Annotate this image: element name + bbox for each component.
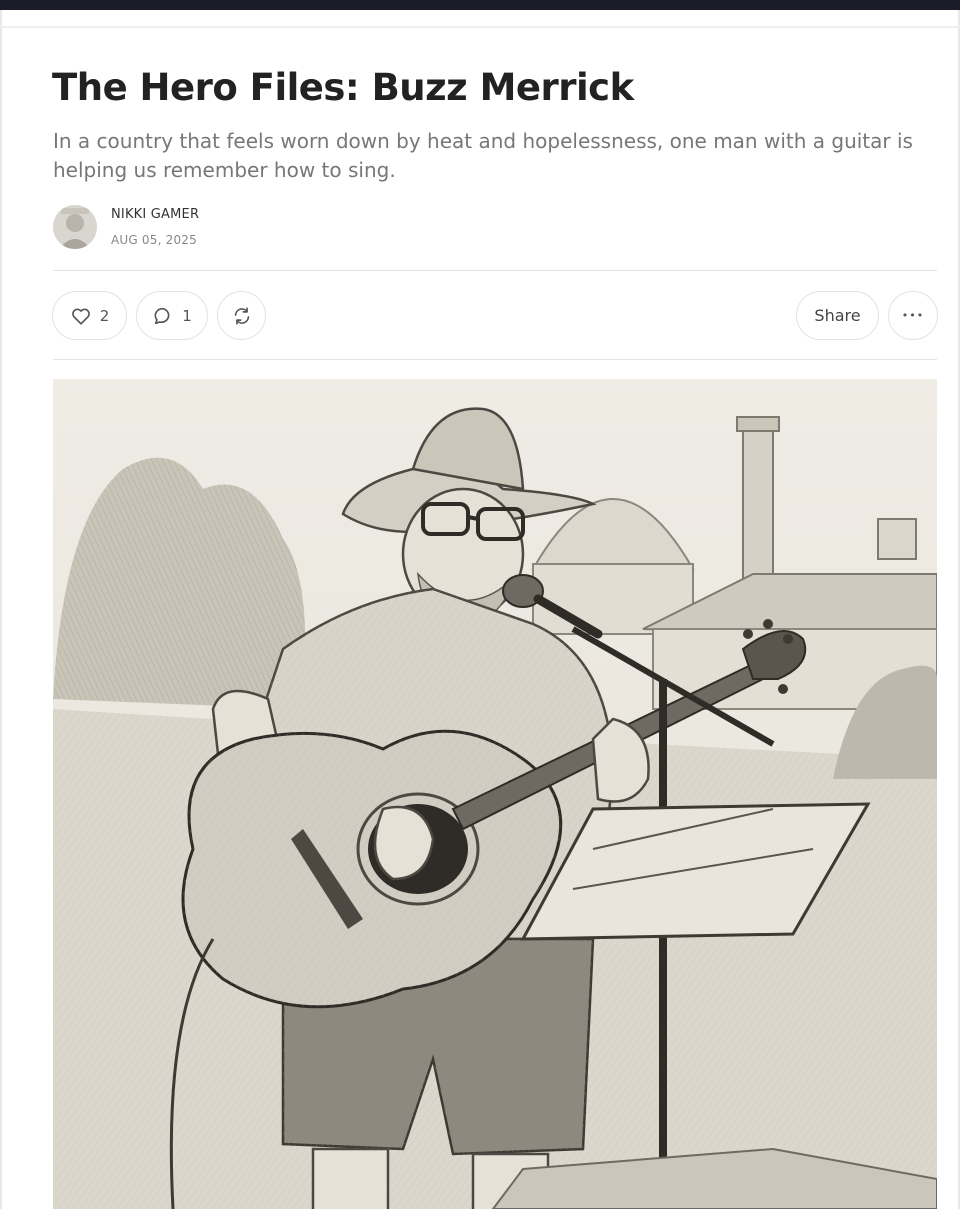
post-title: The Hero Files: Buzz Merrick — [52, 66, 634, 109]
comment-button[interactable]: 1 — [136, 291, 208, 340]
post-date: AUG 05, 2025 — [111, 233, 197, 247]
hero-image-pencil-sketch-guitarist — [53, 379, 937, 1209]
divider — [53, 359, 937, 360]
share-button[interactable]: Share — [796, 291, 879, 340]
like-count: 2 — [99, 306, 110, 325]
comment-count: 1 — [182, 306, 192, 325]
post-subtitle: In a country that feels worn down by hea… — [53, 129, 913, 182]
restack-arrows-icon — [231, 305, 253, 327]
heart-icon — [70, 305, 92, 327]
like-button[interactable]: 2 — [52, 291, 127, 340]
divider — [53, 270, 937, 271]
restack-button[interactable] — [217, 291, 266, 340]
more-options-button[interactable]: ••• — [888, 291, 938, 340]
ellipsis-icon: ••• — [901, 309, 925, 322]
author-avatar[interactable] — [53, 205, 97, 249]
header-divider — [0, 26, 960, 28]
speech-bubble-icon — [152, 305, 174, 327]
author-name[interactable]: NIKKI GAMER — [111, 207, 199, 222]
browser-top-bar — [0, 0, 960, 10]
